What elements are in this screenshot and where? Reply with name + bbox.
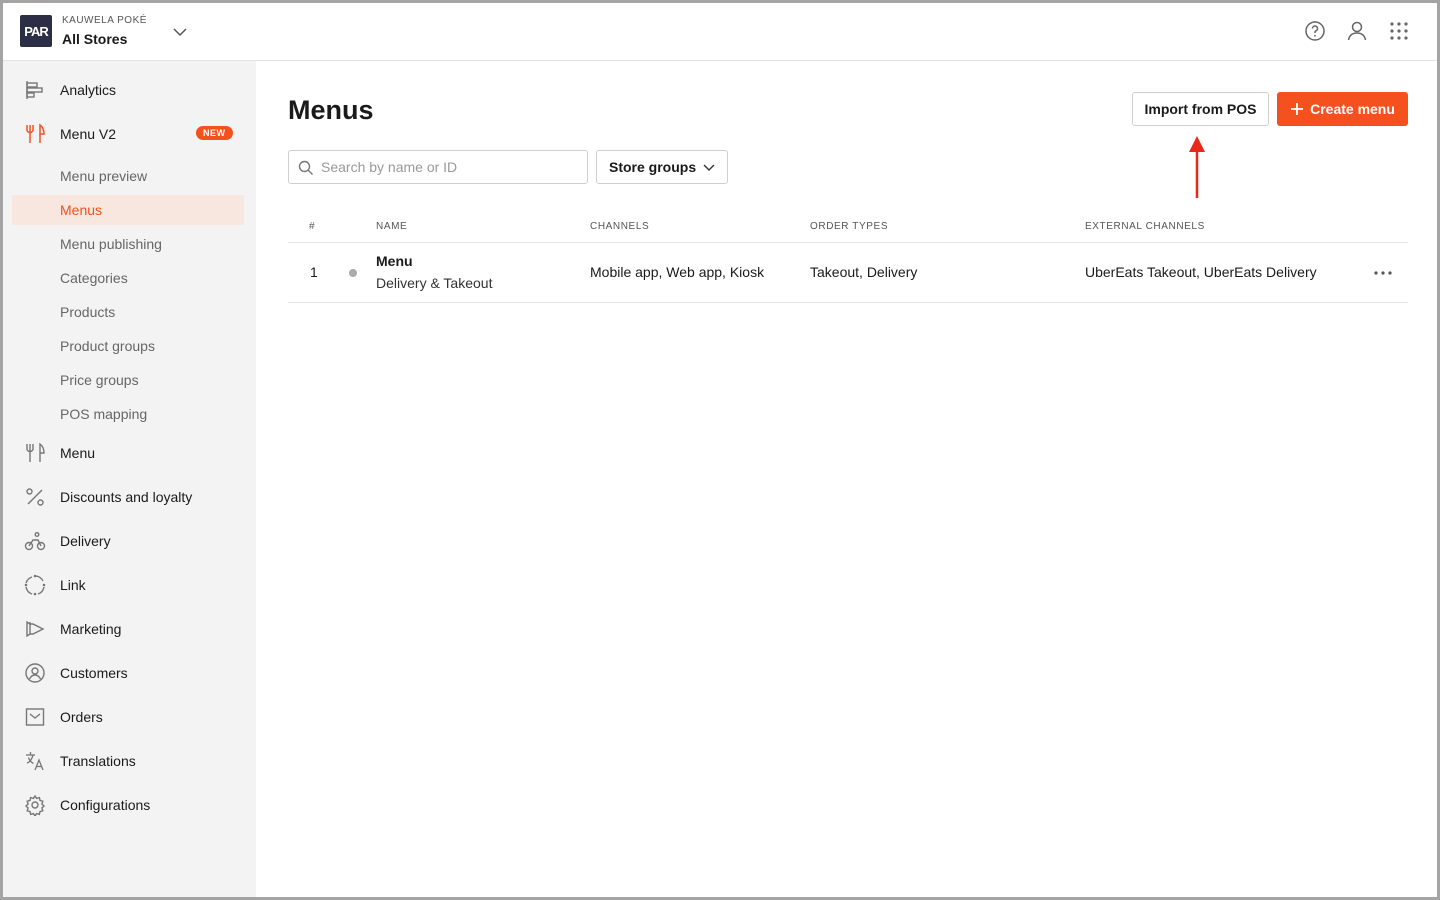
create-menu-label: Create menu [1310,101,1395,117]
column-header-channels: CHANNELS [590,221,650,232]
sidebar-item-delivery[interactable]: Delivery [3,523,256,559]
megaphone-icon [26,620,45,638]
app-window: PAR KAUWELA POKÉ All Stores Analytics Me… [0,0,1440,900]
link-circle-icon [24,574,46,596]
sidebar-item-label: Marketing [60,621,122,637]
sidebar-item-label: Analytics [60,82,117,98]
percent-icon [26,488,44,506]
import-from-pos-button[interactable]: Import from POS [1132,92,1269,126]
search-field[interactable] [288,150,588,184]
row-channels: Mobile app, Web app, Kiosk [590,264,765,280]
sidebar-subitem-products[interactable]: Products [12,297,244,327]
sidebar-item-menu[interactable]: Menu [3,435,256,471]
analytics-icon [26,81,43,99]
bike-icon [24,532,46,551]
create-menu-button[interactable]: Create menu [1277,92,1408,126]
column-header-external-channels: EXTERNAL CHANNELS [1085,221,1205,232]
sidebar-subitem-label: Products [60,304,116,320]
chevron-down-icon [703,164,715,171]
table-header: # NAME CHANNELS ORDER TYPES EXTERNAL CHA… [288,211,1408,243]
status-dot [349,269,357,277]
sidebar-item-label: Menu [60,445,96,461]
sidebar-item-label: Delivery [60,533,111,549]
menu-name-link[interactable]: Menu [376,253,413,269]
gear-icon [24,794,46,816]
user-icon[interactable] [1345,19,1369,43]
sidebar-subitem-menu-publishing[interactable]: Menu publishing [12,229,244,259]
sidebar-subitem-pos-mapping[interactable]: POS mapping [12,399,244,429]
fork-knife-icon [26,442,45,462]
sidebar-item-label: Discounts and loyalty [60,489,193,505]
sidebar-subitem-categories[interactable]: Categories [12,263,244,293]
inbox-icon [25,708,45,726]
sidebar-item-discounts[interactable]: Discounts and loyalty [3,479,256,515]
search-icon [298,160,313,175]
help-icon[interactable] [1303,19,1327,43]
table-row[interactable]: 1 Menu Delivery & Takeout Mobile app, We… [288,243,1408,303]
column-header-order-types: ORDER TYPES [810,221,889,232]
new-badge: NEW [196,126,233,140]
sidebar-subitem-price-groups[interactable]: Price groups [12,365,244,395]
menu-subtitle: Delivery & Takeout [376,275,493,291]
sidebar-subitem-label: Product groups [60,338,155,354]
chevron-down-icon[interactable] [171,23,189,41]
column-header-index: # [309,221,316,232]
store-selector-label[interactable]: All Stores [62,31,127,47]
column-header-name: NAME [376,221,408,232]
sidebar: Analytics Menu V2 NEW Menu preview Menus… [3,61,256,897]
sidebar-subitem-label: Menu publishing [60,236,162,252]
page-title: Menus [288,95,374,125]
sidebar-subitem-product-groups[interactable]: Product groups [12,331,244,361]
sidebar-subitem-menu-preview[interactable]: Menu preview [12,161,244,191]
sidebar-subitem-label: Menus [60,202,103,218]
apps-grid-icon[interactable] [1387,19,1411,43]
sidebar-subitem-label: Menu preview [60,168,148,184]
sidebar-item-label: Menu V2 [60,126,117,142]
sidebar-item-label: Translations [60,753,136,769]
fork-knife-icon [26,123,45,143]
row-order-types: Takeout, Delivery [810,264,918,280]
translate-icon [26,752,44,771]
sidebar-item-analytics[interactable]: Analytics [3,72,256,108]
sidebar-item-orders[interactable]: Orders [3,699,256,735]
customers-icon [25,663,45,683]
sidebar-subitem-label: Categories [60,270,128,286]
brand-logo[interactable]: PAR [20,15,52,47]
top-bar: PAR KAUWELA POKÉ All Stores [3,3,1437,61]
sidebar-item-customers[interactable]: Customers [3,655,256,691]
sidebar-item-menu-v2[interactable]: Menu V2 NEW [3,116,256,152]
sidebar-subitem-label: Price groups [60,372,139,388]
row-external-channels: UberEats Takeout, UberEats Delivery [1085,264,1317,280]
sidebar-item-link[interactable]: Link [3,567,256,603]
sidebar-item-label: Link [60,577,86,593]
menus-table: # NAME CHANNELS ORDER TYPES EXTERNAL CHA… [288,211,1408,303]
sidebar-subitem-menus[interactable]: Menus [12,195,244,225]
sidebar-item-label: Orders [60,709,103,725]
store-groups-label: Store groups [609,159,697,175]
sidebar-item-configurations[interactable]: Configurations [3,787,256,823]
main-content: Menus Import from POS Create menu Store … [256,61,1437,897]
more-options-icon[interactable] [1372,263,1394,283]
sidebar-subitem-label: POS mapping [60,406,148,422]
sidebar-item-translations[interactable]: Translations [3,743,256,779]
annotation-arrow-icon [1189,136,1205,198]
store-groups-dropdown[interactable]: Store groups [596,150,728,184]
sidebar-item-marketing[interactable]: Marketing [3,611,256,647]
search-input[interactable] [321,157,576,177]
sidebar-item-label: Customers [60,665,128,681]
org-name: KAUWELA POKÉ [62,15,147,26]
row-index: 1 [310,264,318,280]
sidebar-item-label: Configurations [60,797,151,813]
plus-icon [1291,103,1304,115]
